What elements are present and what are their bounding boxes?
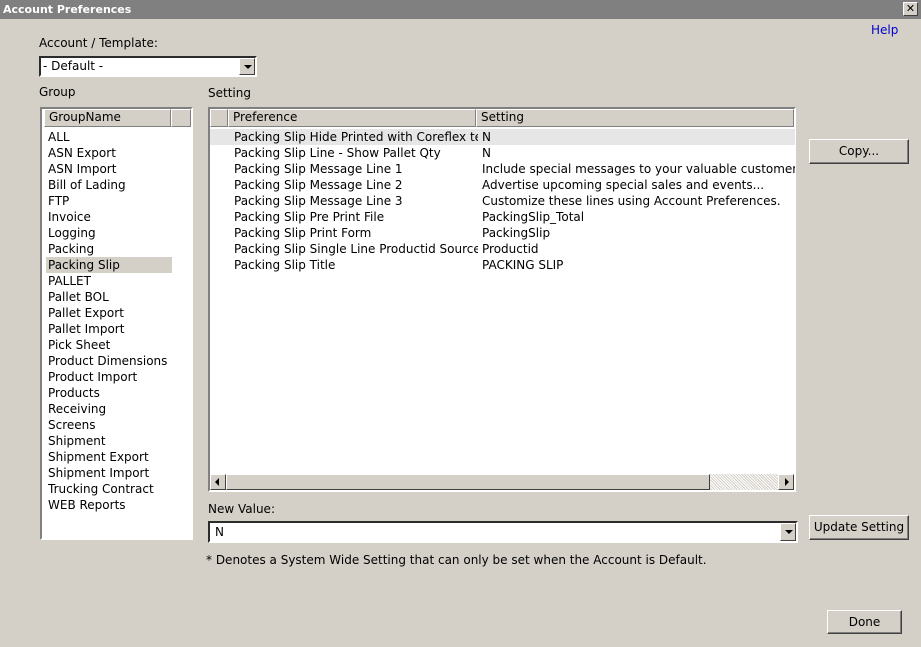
preference-cell: Packing Slip Print Form [234, 226, 372, 240]
settings-row[interactable]: Packing Slip Message Line 2 Advertise upc… [210, 177, 795, 193]
group-list-item[interactable]: Screens [46, 417, 172, 433]
settings-row[interactable]: Packing Slip Print Form PackingSlip [210, 225, 795, 241]
group-list-item[interactable]: Trucking Contract [46, 481, 172, 497]
scroll-left-arrow-icon[interactable] [210, 474, 226, 490]
setting-cell: PackingSlip [482, 226, 551, 240]
setting-cell: PackingSlip_Total [482, 210, 585, 224]
window-titlebar: Account Preferences ✕ [0, 0, 921, 19]
group-list-item[interactable]: PALLET [46, 273, 172, 289]
group-list[interactable]: GroupName ALL ASN Export ASN Import Bill of… [40, 107, 193, 540]
group-list-item[interactable]: Pallet Export [46, 305, 172, 321]
group-list-item[interactable]: Bill of Lading [46, 177, 172, 193]
chevron-down-icon[interactable] [239, 58, 255, 75]
group-list-item[interactable]: Receiving [46, 401, 172, 417]
preference-cell: Packing Slip Pre Print File [234, 210, 385, 224]
group-list-item[interactable]: ASN Import [46, 161, 172, 177]
group-list-item[interactable]: Pick Sheet [46, 337, 172, 353]
group-list-item[interactable]: Invoice [46, 209, 172, 225]
setting-column-header[interactable]: Setting [476, 109, 794, 127]
settings-row[interactable]: Packing Slip Line - Show Pallet Qty N [210, 145, 795, 161]
close-button[interactable]: ✕ [903, 2, 918, 16]
group-list-item[interactable]: Packing Slip [46, 257, 172, 273]
preference-cell: Packing Slip Message Line 1 [234, 162, 403, 176]
group-list-item[interactable]: Logging [46, 225, 172, 241]
new-value-value: N [215, 525, 224, 539]
groupname-column-header[interactable]: GroupName [44, 109, 171, 127]
preference-cell: Packing Slip Message Line 2 [234, 178, 403, 192]
done-button[interactable]: Done [827, 610, 902, 634]
scroll-right-arrow-icon[interactable] [778, 474, 794, 490]
preference-cell: Packing Slip Single Line Productid Sourc… [234, 242, 478, 256]
setting-cell: N [482, 130, 491, 144]
group-list-item[interactable]: Shipment Export [46, 449, 172, 465]
group-list-item[interactable]: Pallet Import [46, 321, 172, 337]
row-selector-header [210, 109, 228, 127]
new-value-dropdown[interactable]: N [208, 521, 798, 543]
preference-cell: Packing Slip Title [234, 258, 336, 272]
chevron-down-icon[interactable] [780, 523, 796, 541]
settings-row[interactable]: Packing Slip Single Line Productid Sourc… [210, 241, 795, 257]
setting-cell: Productid [482, 242, 539, 256]
group-list-item[interactable]: ALL [46, 129, 172, 145]
copy-button[interactable]: Copy... [809, 139, 909, 164]
window-title: Account Preferences [3, 3, 132, 16]
group-list-item[interactable]: Pallet BOL [46, 289, 172, 305]
account-template-value: - Default - [43, 59, 104, 73]
group-header-filler [171, 109, 191, 127]
account-template-dropdown[interactable]: - Default - [39, 56, 257, 77]
settings-grid[interactable]: Preference Setting Packing Slip Hide Pri… [208, 107, 796, 492]
update-setting-button[interactable]: Update Setting [809, 515, 909, 540]
group-list-item[interactable]: Product Import [46, 369, 172, 385]
settings-row[interactable]: Packing Slip Hide Printed with Coreflex … [210, 129, 795, 145]
settings-row[interactable]: Packing Slip Message Line 1 Include speci… [210, 161, 795, 177]
preference-cell: Packing Slip Hide Printed with Coreflex … [234, 130, 478, 144]
group-list-item[interactable]: Shipment Import [46, 465, 172, 481]
help-link[interactable]: Help [871, 23, 898, 37]
scrollbar-thumb[interactable] [226, 474, 710, 490]
group-list-item[interactable]: Shipment [46, 433, 172, 449]
account-template-label: Account / Template: [39, 36, 158, 50]
setting-cell: Customize these lines using Account Pref… [482, 194, 781, 208]
settings-row[interactable]: Packing Slip Title PACKING SLIP [210, 257, 795, 273]
setting-label: Setting [208, 86, 251, 100]
settings-row[interactable]: Packing Slip Pre Print File PackingSlip_T… [210, 209, 795, 225]
preference-column-header[interactable]: Preference [228, 109, 476, 127]
setting-cell: N [482, 146, 491, 160]
close-icon: ✕ [905, 2, 916, 15]
system-wide-footnote: * Denotes a System Wide Setting that can… [206, 553, 707, 567]
preference-cell: Packing Slip Line - Show Pallet Qty [234, 146, 441, 160]
scrollbar-track[interactable] [710, 474, 778, 490]
group-list-item[interactable]: Product Dimensions [46, 353, 172, 369]
group-list-item[interactable]: Products [46, 385, 172, 401]
group-label: Group [39, 85, 76, 99]
horizontal-scrollbar[interactable] [210, 474, 794, 490]
preference-cell: Packing Slip Message Line 3 [234, 194, 403, 208]
new-value-label: New Value: [208, 502, 275, 516]
setting-cell: PACKING SLIP [482, 258, 564, 272]
group-list-item[interactable]: WEB Reports [46, 497, 172, 513]
group-list-item[interactable]: Packing [46, 241, 172, 257]
group-list-item[interactable]: FTP [46, 193, 172, 209]
settings-row[interactable]: Packing Slip Message Line 3 Customize the… [210, 193, 795, 209]
setting-cell: Advertise upcoming special sales and eve… [482, 178, 765, 192]
group-list-item[interactable]: ASN Export [46, 145, 172, 161]
setting-cell: Include special messages to your valuabl… [482, 162, 795, 176]
